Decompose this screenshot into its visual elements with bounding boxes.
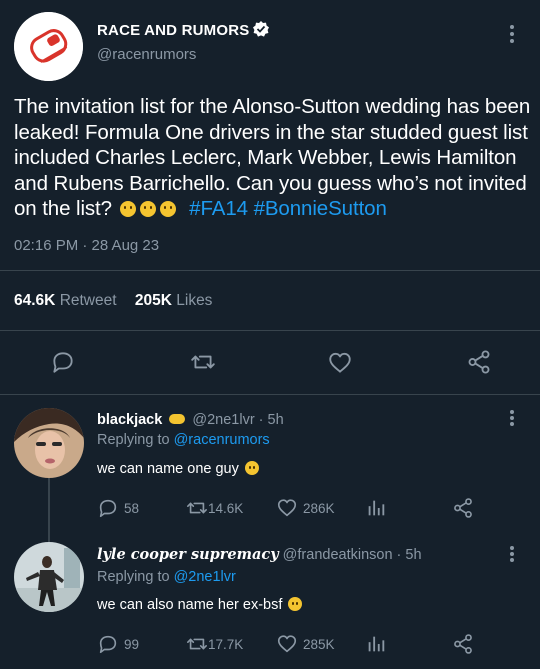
divider xyxy=(0,330,540,331)
share-icon[interactable] xyxy=(452,497,479,519)
timestamp[interactable]: 02:16 PM · 28 Aug 23 xyxy=(14,237,159,254)
replying-to-link[interactable]: @racenrumors xyxy=(174,432,270,448)
race-and-rumors-logo xyxy=(14,12,83,81)
retweet-icon[interactable] xyxy=(190,349,216,375)
replying-to: Replying to @2ne1lvr xyxy=(97,569,236,585)
replying-to-label: Replying to xyxy=(97,432,170,448)
reply-author-name[interactable]: lyle cooper supremacy xyxy=(97,546,279,563)
retweet-icon xyxy=(187,502,207,514)
reply-author[interactable]: lyle cooper supremacy @frandeatkinson · … xyxy=(97,546,422,563)
avatar[interactable] xyxy=(14,12,83,81)
reply-comment-button[interactable]: 58 xyxy=(97,497,139,519)
retweet-count: 14.6K xyxy=(208,500,244,516)
tweet-stats: 64.6K Retweet 205K Likes xyxy=(14,292,212,310)
like-count: 285K xyxy=(303,636,335,652)
retweet-count[interactable]: 64.6K xyxy=(14,292,55,309)
likes-label[interactable]: Likes xyxy=(176,292,212,309)
handle[interactable]: @racenrumors xyxy=(97,46,196,63)
reply-icon xyxy=(99,635,117,654)
flushed-face-emoji-icon xyxy=(159,201,176,217)
thread-line xyxy=(48,478,50,542)
reply-text: we can name one guy xyxy=(97,461,261,477)
thinking-face-emoji-icon xyxy=(139,201,156,217)
share-icon[interactable] xyxy=(466,349,492,375)
avatar[interactable] xyxy=(14,542,84,612)
like-heart-icon xyxy=(277,499,297,517)
replying-to-label: Replying to xyxy=(97,569,170,585)
retweet-count: 17.7K xyxy=(208,636,244,652)
reply-retweet-button[interactable]: 17.7K xyxy=(186,633,243,655)
reply-handle-time[interactable]: @2ne1lvr · 5h xyxy=(192,412,283,428)
reply-icon xyxy=(99,499,117,518)
display-name-text[interactable]: RACE AND RUMORS xyxy=(97,22,249,39)
comment-count: 99 xyxy=(124,636,140,652)
like-count: 286K xyxy=(303,500,335,516)
like-heart-icon[interactable] xyxy=(327,350,353,376)
retweet-icon xyxy=(187,638,207,650)
handshake-emoji-icon xyxy=(169,414,186,424)
reply-text-body: we can also name her ex-bsf xyxy=(97,597,283,613)
like-heart-icon xyxy=(277,635,297,653)
reply-icon[interactable] xyxy=(50,349,76,375)
more-options-icon[interactable] xyxy=(502,545,522,565)
reply-like-button[interactable]: 285K xyxy=(276,633,335,655)
hashtag-fa14[interactable]: #FA14 xyxy=(189,197,248,220)
avatar[interactable] xyxy=(14,408,84,478)
reply-handle-time[interactable]: @frandeatkinson · 5h xyxy=(283,547,422,563)
hand-over-mouth-emoji-icon xyxy=(119,201,136,217)
divider xyxy=(0,394,540,395)
analytics-icon[interactable] xyxy=(365,497,392,519)
likes-count[interactable]: 205K xyxy=(135,292,172,309)
divider xyxy=(0,270,540,271)
verified-icon xyxy=(252,20,270,38)
reply-text: we can also name her ex-bsf xyxy=(97,597,304,613)
thinking-face-emoji-icon xyxy=(288,597,303,611)
reply-like-button[interactable]: 286K xyxy=(276,497,335,519)
replying-to-link[interactable]: @2ne1lvr xyxy=(174,569,236,585)
flushed-face-emoji-icon xyxy=(244,461,259,475)
more-options-icon[interactable] xyxy=(502,24,522,44)
share-icon[interactable] xyxy=(452,633,479,655)
reply-comment-button[interactable]: 99 xyxy=(97,633,139,655)
reply-retweet-button[interactable]: 14.6K xyxy=(186,497,243,519)
more-options-icon[interactable] xyxy=(502,409,522,429)
retweet-label[interactable]: Retweet xyxy=(60,292,117,309)
reply-text-body: we can name one guy xyxy=(97,461,239,477)
tweet-text: The invitation list for the Alonso-Sutto… xyxy=(14,94,534,222)
display-name[interactable]: RACE AND RUMORS xyxy=(97,20,270,39)
comment-count: 58 xyxy=(124,500,140,516)
replying-to: Replying to @racenrumors xyxy=(97,432,270,448)
analytics-icon[interactable] xyxy=(365,633,392,655)
reply-author-name[interactable]: blackjack xyxy=(97,412,162,428)
hashtag-bonniesutton[interactable]: #BonnieSutton xyxy=(254,197,387,220)
reply-author[interactable]: blackjack @2ne1lvr · 5h xyxy=(97,412,284,428)
